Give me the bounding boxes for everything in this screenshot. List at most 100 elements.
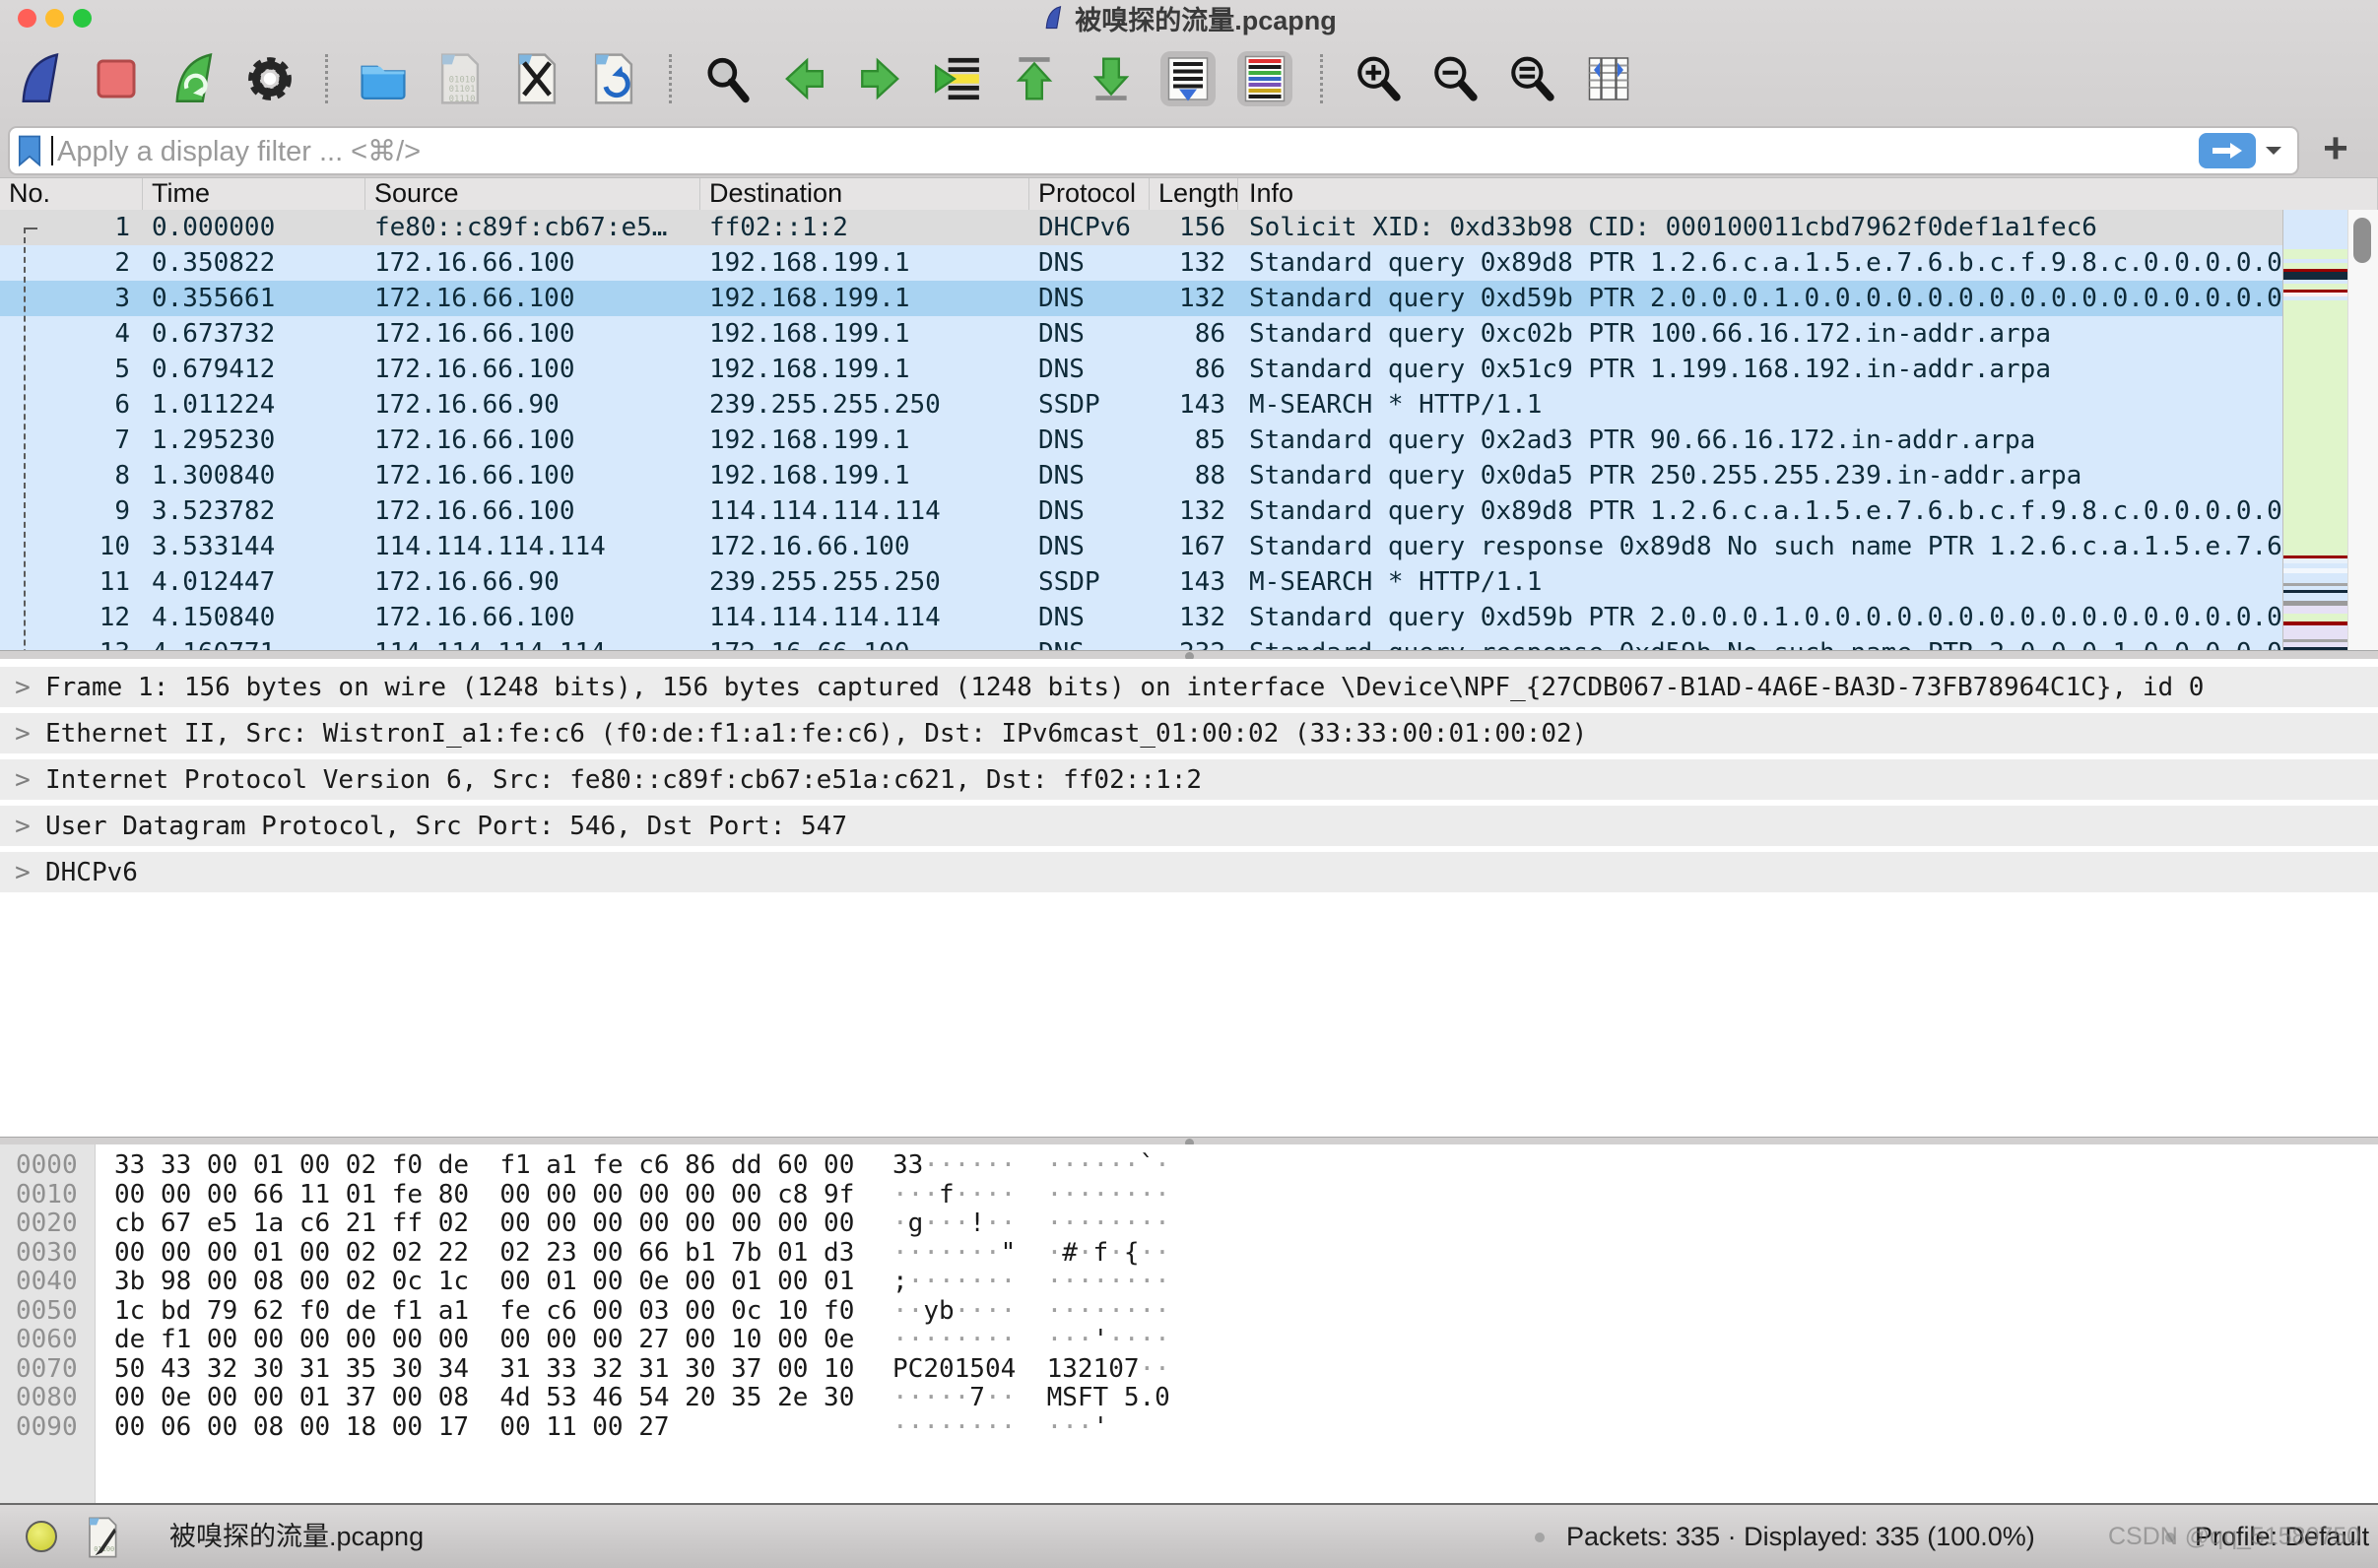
column-header-info[interactable]: Info bbox=[1238, 178, 2378, 210]
hex-row[interactable]: 0020cb 67 e5 1a c6 21 ff 02 00 00 00 00 … bbox=[0, 1209, 2378, 1239]
hex-row[interactable]: 008000 0e 00 00 01 37 00 08 4d 53 46 54 … bbox=[0, 1384, 2378, 1413]
cell: 172.16.66.90 bbox=[365, 564, 700, 600]
go-to-packet-button[interactable] bbox=[930, 51, 985, 106]
status-filename[interactable]: 被嗅探的流量.pcapng bbox=[169, 1505, 424, 1568]
colorize-packets-button[interactable] bbox=[1237, 51, 1292, 106]
column-header-protocol[interactable]: Protocol bbox=[1029, 178, 1150, 210]
packet-row-3[interactable]: 30.355661172.16.66.100192.168.199.1DNS13… bbox=[0, 281, 2378, 316]
cell: Standard query response 0x89d8 No such n… bbox=[1238, 529, 2378, 564]
packet-row-2[interactable]: 20.350822172.16.66.100192.168.199.1DNS13… bbox=[0, 245, 2378, 281]
reload-file-button[interactable] bbox=[586, 51, 641, 106]
capture-options-button[interactable] bbox=[242, 51, 297, 106]
column-header-no[interactable]: No. bbox=[0, 178, 143, 210]
file-document-icon: 01010 01101 01110 bbox=[437, 53, 483, 104]
packet-row-11[interactable]: 114.012447172.16.66.90239.255.255.250SSD… bbox=[0, 564, 2378, 600]
apply-filter-button[interactable] bbox=[2199, 133, 2256, 168]
hex-bytes: de f1 00 00 00 00 00 00 00 00 00 27 00 1… bbox=[95, 1326, 892, 1355]
hex-row[interactable]: 00403b 98 00 08 00 02 0c 1c 00 01 00 0e … bbox=[0, 1268, 2378, 1297]
column-header-time[interactable]: Time bbox=[143, 178, 365, 210]
cell: 172.16.66.100 bbox=[365, 600, 700, 635]
cell: 4 bbox=[0, 316, 143, 352]
hex-row[interactable]: 003000 00 00 01 00 02 02 22 02 23 00 66 … bbox=[0, 1239, 2378, 1269]
packet-row-9[interactable]: 93.523782172.16.66.100114.114.114.114DNS… bbox=[0, 493, 2378, 529]
stop-capture-button[interactable] bbox=[89, 51, 144, 106]
expand-chevron-icon[interactable]: > bbox=[0, 765, 45, 795]
packet-row-7[interactable]: 71.295230172.16.66.100192.168.199.1DNS85… bbox=[0, 423, 2378, 458]
expand-chevron-icon[interactable]: > bbox=[0, 812, 45, 841]
filter-bookmark-icon[interactable] bbox=[18, 135, 41, 166]
detail-row[interactable]: >Internet Protocol Version 6, Src: fe80:… bbox=[0, 759, 2378, 800]
close-file-button[interactable] bbox=[509, 51, 564, 106]
scrollbar-thumb[interactable] bbox=[2353, 218, 2371, 263]
open-file-button[interactable] bbox=[356, 51, 411, 106]
packet-list-scrollbar[interactable] bbox=[2347, 210, 2378, 650]
add-filter-button[interactable]: + bbox=[2313, 126, 2358, 171]
resize-columns-button[interactable] bbox=[1581, 51, 1636, 106]
auto-scroll-button[interactable] bbox=[1160, 51, 1216, 106]
column-header-length[interactable]: Length bbox=[1150, 178, 1238, 210]
capture-comment-icon[interactable]: 01100 bbox=[87, 1517, 120, 1558]
hex-bytes: 50 43 32 30 31 35 30 34 31 33 32 31 30 3… bbox=[95, 1355, 892, 1385]
cell: DNS bbox=[1029, 352, 1150, 387]
expand-chevron-icon[interactable]: > bbox=[0, 719, 45, 749]
zoom-in-button[interactable] bbox=[1351, 51, 1406, 106]
hex-row[interactable]: 0060de f1 00 00 00 00 00 00 00 00 00 27 … bbox=[0, 1326, 2378, 1355]
cell: 0.355661 bbox=[143, 281, 365, 316]
packet-row-4[interactable]: 40.673732172.16.66.100192.168.199.1DNS86… bbox=[0, 316, 2378, 352]
hex-row[interactable]: 001000 00 00 66 11 01 fe 80 00 00 00 00 … bbox=[0, 1181, 2378, 1210]
display-filter-bar[interactable]: Apply a display filter ... <⌘/> bbox=[8, 126, 2299, 175]
packet-list-header: No.TimeSourceDestinationProtocolLengthIn… bbox=[0, 177, 2378, 211]
hex-offset: 0000 bbox=[0, 1151, 95, 1181]
go-first-packet-button[interactable] bbox=[1007, 51, 1062, 106]
hex-row[interactable]: 00501c bd 79 62 f0 de f1 a1 fe c6 00 03 … bbox=[0, 1297, 2378, 1327]
cell: 192.168.199.1 bbox=[700, 245, 1029, 281]
intelligent-scrollbar-minimap[interactable] bbox=[2282, 210, 2348, 650]
packet-row-1[interactable]: 10.000000fe80::c89f:cb67:e5…ff02::1:2DHC… bbox=[0, 210, 2378, 245]
expert-info-indicator[interactable] bbox=[26, 1521, 57, 1552]
save-file-button[interactable]: 01010 01101 01110 bbox=[432, 51, 488, 106]
hex-bytes: 33 33 00 01 00 02 f0 de f1 a1 fe c6 86 d… bbox=[95, 1151, 892, 1181]
hex-row[interactable]: 000033 33 00 01 00 02 f0 de f1 a1 fe c6 … bbox=[0, 1151, 2378, 1181]
hex-offset: 0080 bbox=[0, 1384, 95, 1413]
expand-chevron-icon[interactable]: > bbox=[0, 673, 45, 702]
hex-row[interactable]: 007050 43 32 30 31 35 30 34 31 33 32 31 … bbox=[0, 1355, 2378, 1385]
column-header-destination[interactable]: Destination bbox=[700, 178, 1029, 210]
packet-bytes-pane[interactable]: 000033 33 00 01 00 02 f0 de f1 a1 fe c6 … bbox=[0, 1144, 2378, 1503]
filter-dropdown-chevron-icon[interactable] bbox=[2264, 145, 2283, 157]
window-title: 被嗅探的流量.pcapng bbox=[1075, 0, 1337, 37]
cell: 192.168.199.1 bbox=[700, 316, 1029, 352]
filter-input[interactable]: Apply a display filter ... <⌘/> bbox=[57, 134, 2199, 168]
packet-details-pane[interactable]: >Frame 1: 156 bytes on wire (1248 bits),… bbox=[0, 659, 2378, 1137]
packet-row-13[interactable]: 134.160771114.114.114.114172.16.66.100DN… bbox=[0, 635, 2378, 650]
toolbar-separator bbox=[1320, 54, 1323, 103]
hex-row[interactable]: 009000 06 00 08 00 18 00 17 00 11 00 27·… bbox=[0, 1413, 2378, 1443]
minimap-band bbox=[2283, 300, 2348, 555]
hex-bytes: 00 00 00 66 11 01 fe 80 00 00 00 00 00 0… bbox=[95, 1181, 892, 1210]
cell: 0.673732 bbox=[143, 316, 365, 352]
detail-row[interactable]: >User Datagram Protocol, Src Port: 546, … bbox=[0, 806, 2378, 846]
column-header-source[interactable]: Source bbox=[365, 178, 700, 210]
expand-chevron-icon[interactable]: > bbox=[0, 858, 45, 887]
find-packet-button[interactable] bbox=[699, 51, 755, 106]
detail-row[interactable]: >Ethernet II, Src: WistronI_a1:fe:c6 (f0… bbox=[0, 713, 2378, 753]
go-last-packet-button[interactable] bbox=[1084, 51, 1139, 106]
zoom-reset-button[interactable] bbox=[1504, 51, 1559, 106]
cell: DNS bbox=[1029, 529, 1150, 564]
cell: M-SEARCH * HTTP/1.1 bbox=[1238, 564, 2378, 600]
packet-row-10[interactable]: 103.533144114.114.114.114172.16.66.100DN… bbox=[0, 529, 2378, 564]
detail-row[interactable]: >Frame 1: 156 bytes on wire (1248 bits),… bbox=[0, 667, 2378, 707]
text-cursor bbox=[51, 136, 53, 165]
start-capture-button[interactable] bbox=[12, 51, 67, 106]
zoom-out-button[interactable] bbox=[1427, 51, 1483, 106]
packet-row-8[interactable]: 81.300840172.16.66.100192.168.199.1DNS88… bbox=[0, 458, 2378, 493]
packet-row-5[interactable]: 50.679412172.16.66.100192.168.199.1DNS86… bbox=[0, 352, 2378, 387]
detail-row[interactable]: >DHCPv6 bbox=[0, 852, 2378, 892]
packet-list[interactable]: 10.000000fe80::c89f:cb67:e5…ff02::1:2DHC… bbox=[0, 210, 2378, 650]
packet-row-12[interactable]: 124.150840172.16.66.100114.114.114.114DN… bbox=[0, 600, 2378, 635]
hex-offset: 0060 bbox=[0, 1326, 95, 1355]
packet-row-6[interactable]: 61.011224172.16.66.90239.255.255.250SSDP… bbox=[0, 387, 2378, 423]
cell: 1 bbox=[0, 210, 143, 245]
go-back-button[interactable] bbox=[776, 51, 831, 106]
go-forward-button[interactable] bbox=[853, 51, 908, 106]
restart-capture-button[interactable] bbox=[165, 51, 221, 106]
